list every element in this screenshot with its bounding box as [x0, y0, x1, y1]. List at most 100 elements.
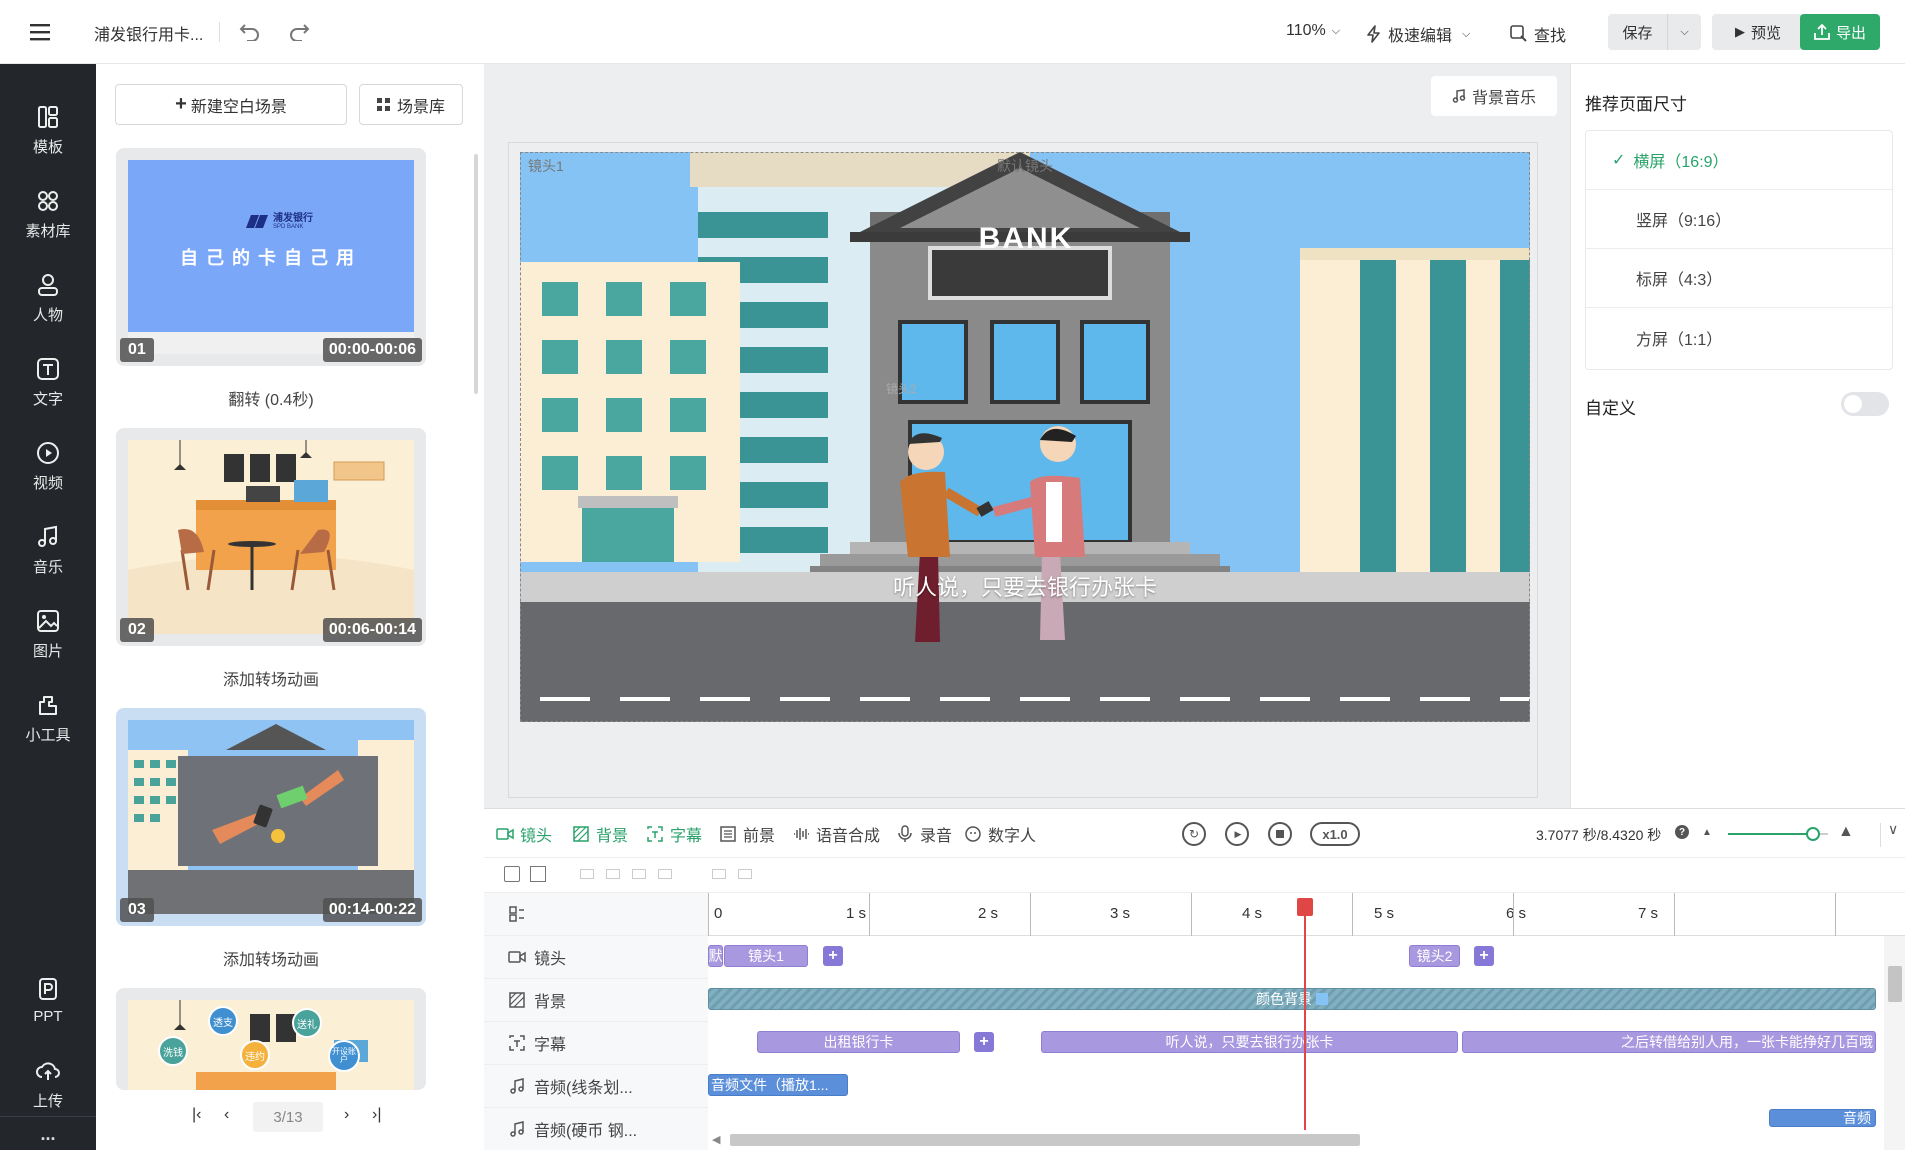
- scene-transition-link[interactable]: 添加转场动画: [116, 666, 426, 690]
- sidebar-item-music[interactable]: 音乐: [0, 514, 96, 586]
- default-shot-frame[interactable]: [520, 152, 1530, 722]
- page-size-title: 推荐页面尺寸: [1585, 95, 1687, 114]
- scene-library-label: 场景库: [396, 98, 445, 116]
- sidebar-item-assets[interactable]: 素材库: [0, 178, 96, 250]
- size-option-16-9[interactable]: ✓ 横屏（16:9）: [1586, 131, 1892, 190]
- size-option-1-1[interactable]: 方屏（1:1）: [1586, 308, 1892, 367]
- tab-voice-synthesis[interactable]: 语音合成: [792, 809, 880, 859]
- tab-background[interactable]: 背景: [572, 809, 628, 859]
- background-icon: [509, 992, 525, 1008]
- ungroup-icon[interactable]: [738, 869, 752, 879]
- more-icon[interactable]: ...: [0, 1124, 96, 1145]
- filter-icon[interactable]: [504, 866, 520, 882]
- last-page-icon[interactable]: ›|: [372, 1106, 381, 1124]
- align-left-icon[interactable]: [580, 869, 594, 879]
- playhead[interactable]: [1296, 898, 1313, 1142]
- search-button[interactable]: 查找: [1510, 22, 1566, 46]
- sidebar-item-person[interactable]: 人物: [0, 262, 96, 334]
- subtitle-clip-2[interactable]: 听人说，只要去银行办张卡: [1041, 1031, 1458, 1053]
- play-icon[interactable]: ▶: [1225, 822, 1249, 846]
- scene-transition-link[interactable]: 翻转 (0.4秒): [116, 386, 426, 410]
- save-button[interactable]: 保存: [1608, 14, 1668, 50]
- align-right-icon[interactable]: [632, 869, 646, 879]
- preview-button[interactable]: ▶ 预览: [1712, 14, 1804, 50]
- scene-card-1[interactable]: 浦发银行 SPD BANK 自己的卡自己用 01 00:00-00:06: [116, 148, 426, 366]
- zoom-in-icon[interactable]: ▲: [1838, 823, 1854, 841]
- custom-size-toggle[interactable]: [1841, 392, 1889, 416]
- export-button[interactable]: 导出: [1800, 14, 1880, 50]
- replay-icon[interactable]: ↻: [1182, 822, 1206, 846]
- sidebar-item-video[interactable]: 视频: [0, 430, 96, 502]
- collapse-timeline-icon[interactable]: ∨: [1888, 821, 1898, 838]
- document-title[interactable]: 浦发银行用卡...: [94, 21, 203, 45]
- help-icon[interactable]: ?: [1675, 825, 1689, 839]
- tab-digital-human[interactable]: 数字人: [964, 809, 1036, 859]
- music-icon: [1452, 89, 1466, 103]
- grid-icon: [376, 97, 390, 111]
- assets-icon: [38, 190, 58, 211]
- undo-icon[interactable]: [236, 18, 264, 46]
- divider: [1880, 823, 1881, 847]
- scene-scrollbar[interactable]: [474, 154, 478, 394]
- speed-button[interactable]: x1.0: [1310, 822, 1360, 846]
- timeline-zoom-slider[interactable]: [1728, 827, 1828, 841]
- distribute-icon[interactable]: [658, 869, 672, 879]
- add-camera-clip-button[interactable]: +: [1474, 946, 1494, 966]
- add-subtitle-clip-button[interactable]: +: [974, 1032, 994, 1052]
- sidebar-item-template[interactable]: 模板: [0, 94, 96, 166]
- redo-icon[interactable]: [285, 18, 313, 46]
- scene-transition-link[interactable]: 添加转场动画: [116, 946, 426, 970]
- camera-clip-1[interactable]: 镜头1: [724, 945, 808, 967]
- background-music-button[interactable]: 背景音乐: [1431, 76, 1557, 116]
- bubble-label: 开设账户: [328, 1040, 360, 1072]
- align-center-icon[interactable]: [606, 869, 620, 879]
- ruler-tick-label: 2 s: [978, 905, 999, 922]
- tab-recording[interactable]: 录音: [896, 809, 952, 859]
- sidebar-item-tools[interactable]: 小工具: [0, 682, 96, 754]
- stage-canvas[interactable]: BANK 听人说，只要去银行办张卡 镜头1 默认镜头 镜头2: [520, 152, 1530, 722]
- sidebar-item-text[interactable]: 文字: [0, 346, 96, 418]
- custom-size-label: 自定义: [1585, 399, 1636, 418]
- background-clip[interactable]: 颜色背景: [708, 988, 1876, 1010]
- sidebar-item-ppt[interactable]: PPT: [0, 964, 96, 1036]
- subtitle-clip-3[interactable]: 之后转借给别人用，一张卡能挣好几百哦: [1462, 1031, 1876, 1053]
- size-option-4-3[interactable]: 标屏（4:3）: [1586, 249, 1892, 308]
- scene-card-2[interactable]: 02 00:06-00:14: [116, 428, 426, 646]
- scene-time: 00:06-00:14: [322, 618, 422, 642]
- first-page-icon[interactable]: |‹: [192, 1106, 201, 1124]
- new-blank-scene-button[interactable]: + 新建空白场景: [115, 84, 347, 125]
- tab-foreground[interactable]: 前景: [719, 809, 775, 859]
- track-layout-icon[interactable]: [508, 905, 526, 923]
- subtitle-clip-1[interactable]: 出租银行卡: [757, 1031, 960, 1053]
- camera-clip-2[interactable]: 镜头2: [1409, 945, 1460, 967]
- zoom-dropdown[interactable]: 110% ⌵: [1286, 22, 1340, 40]
- sidebar-item-upload[interactable]: 上传: [0, 1048, 96, 1120]
- horizontal-scrollbar[interactable]: ◀: [708, 1130, 1884, 1150]
- canvas-area: 背景音乐 BANK 听人说，只要去银行办张卡 镜头1 默认镜头 镜头2: [484, 64, 1570, 808]
- ruler-tick-label: 4 s: [1242, 905, 1263, 922]
- group-icon[interactable]: [712, 869, 726, 879]
- add-camera-clip-button[interactable]: +: [823, 946, 843, 966]
- save-options-chevron-icon[interactable]: ⌵: [1668, 14, 1701, 50]
- next-page-icon[interactable]: ›: [344, 1106, 349, 1124]
- scene-library-button[interactable]: 场景库: [359, 84, 463, 125]
- tab-camera[interactable]: 镜头: [496, 809, 552, 859]
- scene-card-3[interactable]: 03 00:14-00:22: [116, 708, 426, 926]
- audio-clip-1[interactable]: 音频文件（播放1...: [708, 1074, 848, 1096]
- scene-card-4[interactable]: 洗钱 透支 送礼 违约 开设账户: [116, 988, 426, 1090]
- search-icon: [1510, 25, 1527, 42]
- prev-page-icon[interactable]: ‹: [224, 1106, 229, 1124]
- audio-clip-2[interactable]: 音频: [1769, 1109, 1876, 1127]
- tab-subtitle[interactable]: 字幕: [646, 809, 702, 859]
- zoom-out-icon[interactable]: ▲: [1702, 827, 1712, 838]
- sidebar-item-image[interactable]: 图片: [0, 598, 96, 670]
- camera-clip-default[interactable]: 默: [708, 945, 723, 967]
- vertical-scrollbar[interactable]: [1884, 936, 1905, 1150]
- upload-icon: [36, 1061, 60, 1080]
- grid-toggle-icon[interactable]: [530, 866, 546, 882]
- menu-icon[interactable]: [26, 20, 54, 44]
- stop-icon[interactable]: [1268, 822, 1292, 846]
- edit-mode-dropdown[interactable]: 极速编辑 ⌵: [1366, 22, 1470, 46]
- page-indicator[interactable]: 3/13: [253, 1102, 323, 1132]
- size-option-9-16[interactable]: 竖屏（9:16）: [1586, 190, 1892, 249]
